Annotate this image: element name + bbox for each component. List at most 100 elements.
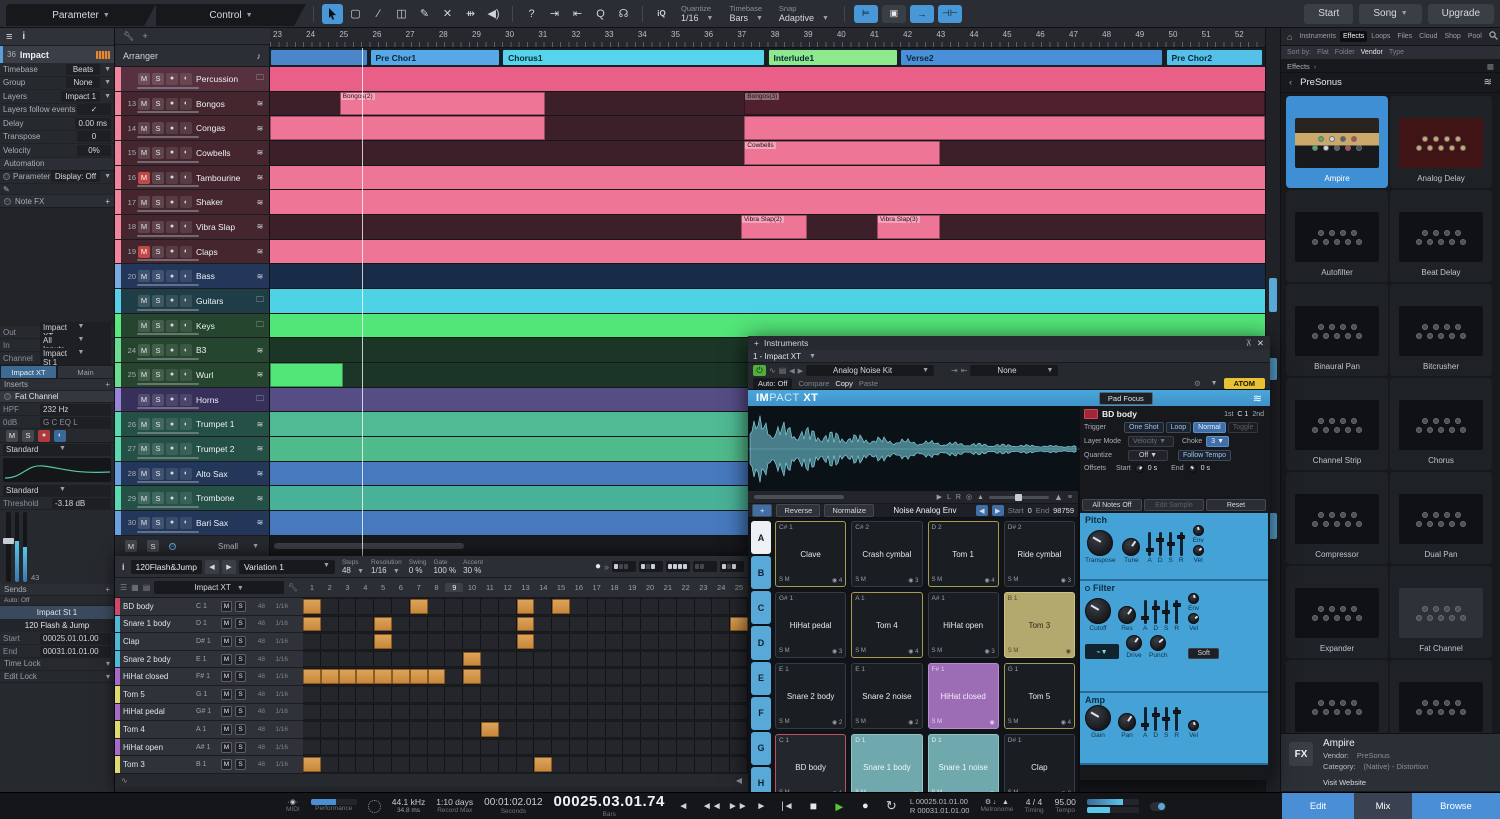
atom-badge[interactable]: ATOM: [1224, 378, 1265, 389]
gear-icon[interactable]: ⚙: [1194, 379, 1201, 388]
pad-solo-mute-labels[interactable]: S M: [1008, 577, 1019, 584]
add-icon[interactable]: +: [105, 380, 110, 389]
inspector-row-value[interactable]: Beats: [66, 64, 100, 75]
track-height-selector[interactable]: Small: [186, 542, 238, 551]
pad-bank-d[interactable]: D: [751, 626, 771, 659]
drum-pad[interactable]: B 1Tom 3S M◉: [1004, 592, 1075, 658]
arrow-tool-button[interactable]: [322, 4, 343, 24]
track-list-entry[interactable]: 16MS●◐Tambourine≋: [115, 166, 270, 191]
step-cell[interactable]: [356, 705, 374, 720]
folder-icon[interactable]: 🗀: [253, 72, 267, 86]
track-volume-slider[interactable]: [137, 161, 199, 163]
gate-field[interactable]: Gate 100 %: [433, 559, 456, 575]
step-cell[interactable]: [410, 740, 428, 755]
knob-dial[interactable]: [1118, 606, 1136, 624]
step-cell[interactable]: [534, 634, 552, 649]
autoscroll-button[interactable]: ⇥: [544, 4, 565, 24]
soft-clip-button[interactable]: Soft: [1188, 648, 1218, 659]
step-cell[interactable]: [517, 687, 535, 702]
filter-type-selector[interactable]: ⌁▼: [1085, 644, 1119, 659]
zoom-icon[interactable]: ◎: [966, 493, 972, 501]
track-mute-button[interactable]: M: [138, 394, 150, 406]
step-number[interactable]: 20: [641, 583, 659, 592]
drum-pad[interactable]: E 1Snare 2 noiseS M◉ 2: [851, 663, 922, 729]
automation-curve-icon[interactable]: ∿: [121, 776, 128, 785]
step-cell[interactable]: [552, 705, 570, 720]
split-tool-button[interactable]: ∕: [368, 4, 389, 24]
slider-track[interactable]: [1175, 707, 1178, 731]
track-monitor-button[interactable]: ◐: [180, 122, 192, 134]
pattern-preset-button[interactable]: [612, 561, 636, 572]
step-cell[interactable]: [677, 617, 695, 632]
step-cell[interactable]: [303, 599, 321, 614]
play-button[interactable]: ►: [832, 799, 847, 814]
track-volume-slider[interactable]: [137, 185, 199, 187]
step-cell[interactable]: [659, 740, 677, 755]
step-cell[interactable]: [374, 757, 392, 772]
global-mute-button[interactable]: M: [125, 540, 137, 552]
file-icon[interactable]: ▤: [143, 583, 151, 592]
knob-dial[interactable]: [1188, 613, 1199, 624]
step-number[interactable]: 24: [712, 583, 730, 592]
step-cell[interactable]: [303, 740, 321, 755]
bend-tool-button[interactable]: ⇻: [460, 4, 481, 24]
step-cell[interactable]: [303, 722, 321, 737]
slider-track[interactable]: [1144, 600, 1147, 624]
play-sample-icon[interactable]: ▶: [937, 493, 942, 501]
copy-button[interactable]: Copy: [835, 379, 853, 388]
step-cell[interactable]: [570, 740, 588, 755]
pad-bank-a[interactable]: A: [751, 521, 771, 554]
step-cell[interactable]: [481, 722, 499, 737]
track-mute-button[interactable]: M: [138, 320, 150, 332]
pad-solo-mute-labels[interactable]: S M: [932, 719, 943, 726]
step-cell[interactable]: [588, 722, 606, 737]
menu-icon[interactable]: ≡: [6, 31, 12, 43]
hpf-row[interactable]: HPF 232 Hz: [0, 403, 114, 416]
track-list-entry[interactable]: 13MS●◐Bongos≋: [115, 92, 270, 117]
offset-end-knob[interactable]: [1188, 464, 1197, 473]
step-cell[interactable]: [534, 617, 552, 632]
tuner-icon[interactable]: ☊: [613, 4, 634, 24]
metronome-controls[interactable]: ⚙ ♩ ▲ Metronome: [980, 799, 1013, 814]
track-volume-slider[interactable]: [137, 87, 199, 89]
control-dropdown[interactable]: Control▼: [156, 4, 306, 26]
track-monitor-button[interactable]: ◐: [180, 73, 192, 85]
first-layer-label[interactable]: 1st: [1224, 411, 1233, 418]
step-number[interactable]: 17: [588, 583, 606, 592]
step-cell[interactable]: [659, 722, 677, 737]
slider-track[interactable]: [1159, 532, 1162, 556]
arranger-track-header[interactable]: Arranger ♪: [115, 45, 270, 67]
track-monitor-button[interactable]: ◐: [180, 221, 192, 233]
sample-start-value[interactable]: 0: [1028, 506, 1032, 515]
track-mute-button[interactable]: M: [138, 468, 150, 480]
knob-env[interactable]: Env: [1188, 593, 1199, 612]
step-cell[interactable]: [623, 652, 641, 667]
knob-dial[interactable]: [1085, 705, 1111, 731]
wrench-icon[interactable]: 🔧︎: [123, 31, 134, 42]
track-monitor-button[interactable]: ◐: [180, 418, 192, 430]
track-record-button[interactable]: ●: [166, 418, 178, 430]
trigger-option-loop[interactable]: Loop: [1166, 422, 1192, 433]
pattern-preset-button[interactable]: [720, 561, 744, 572]
track-mute-button[interactable]: M: [138, 221, 150, 233]
step-number[interactable]: 1: [303, 583, 321, 592]
track-lane[interactable]: Bongos(2)Bongos(3): [270, 92, 1265, 117]
step-cell[interactable]: [392, 705, 410, 720]
pad-solo-mute-labels[interactable]: S M: [855, 577, 866, 584]
reverse-button[interactable]: Reverse: [776, 504, 820, 517]
step-cell[interactable]: [339, 617, 357, 632]
grid-toggle-button[interactable]: ▣: [882, 5, 906, 23]
slider-track[interactable]: [1154, 600, 1157, 624]
home-icon[interactable]: ⌂: [1284, 30, 1295, 44]
track-solo-button[interactable]: S: [152, 270, 164, 282]
pad-bank-b[interactable]: B: [751, 556, 771, 589]
track-list-entry[interactable]: 18MS●◐Vibra Slap≋: [115, 215, 270, 240]
pattern-row-mute[interactable]: M: [221, 618, 232, 629]
next-sample-button[interactable]: ▶: [992, 505, 1004, 516]
upgrade-button[interactable]: Upgrade: [1428, 4, 1494, 24]
step-cell[interactable]: [303, 652, 321, 667]
step-cell[interactable]: [499, 652, 517, 667]
step-cell[interactable]: [356, 617, 374, 632]
drum-pad[interactable]: A 1Tom 4S M◉ 4: [851, 592, 922, 658]
step-cell[interactable]: [623, 617, 641, 632]
